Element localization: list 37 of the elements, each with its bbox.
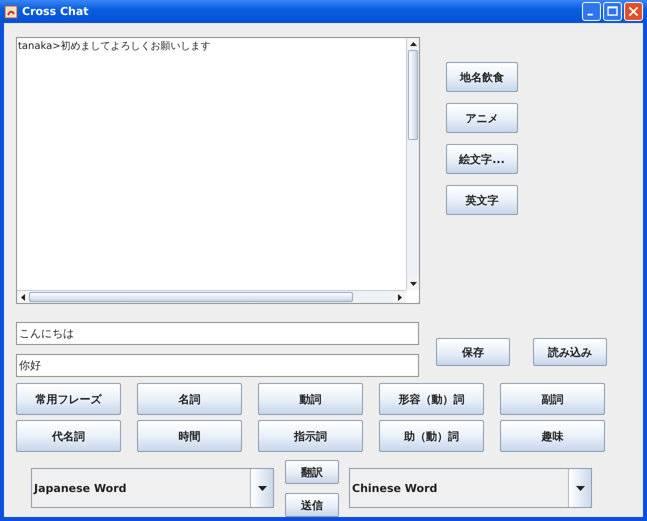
dropdown[interactable]: Chinese Word [349,468,592,508]
maximize-icon[interactable] [603,2,622,21]
minimize-icon[interactable] [582,2,601,21]
word-button[interactable]: 名詞 [137,383,242,415]
chat-log[interactable]: tanaka>初めましてよろしくお願いします [16,37,420,304]
word-button[interactable]: 副詞 [500,383,605,415]
file-button[interactable]: 保存 [436,338,510,366]
dropdown-arrow-icon [576,486,584,490]
scroll-up-icon[interactable] [410,42,416,46]
scroll-down-icon[interactable] [410,282,416,286]
category-button[interactable]: 英文字 [446,185,518,215]
dropdown-arrow-icon [258,486,266,490]
chat-message: tanaka>初めましてよろしくお願いします [18,40,212,53]
category-button[interactable]: 地名飲食 [446,62,518,92]
word-button[interactable]: 助（動）詞 [379,420,484,452]
file-button[interactable]: 読み込み [533,338,607,366]
scroll-left-icon[interactable] [21,294,25,300]
action-button[interactable]: 翻訳 [285,460,339,484]
close-icon[interactable] [624,2,643,21]
word-button[interactable]: 指示詞 [258,420,363,452]
word-button[interactable]: 時間 [137,420,242,452]
app-icon [4,4,18,18]
category-button[interactable]: アニメ [446,103,518,133]
word-button[interactable]: 動詞 [258,383,363,415]
action-button[interactable]: 送信 [285,493,339,517]
chinese-input[interactable]: 你好 [16,354,419,377]
word-button[interactable]: 常用フレーズ [16,383,121,415]
dropdown[interactable]: Japanese Word [31,468,274,508]
word-button[interactable]: 形容（動）詞 [379,383,484,415]
scroll-right-icon[interactable] [398,294,402,300]
window-title: Cross Chat [22,5,90,18]
japanese-input[interactable]: こんにちは [16,322,419,345]
category-button[interactable]: 絵文字... [446,144,518,174]
word-button[interactable]: 代名詞 [16,420,121,452]
horizontal-scrollbar[interactable] [17,290,406,303]
word-button[interactable]: 趣味 [500,420,605,452]
vertical-scrollbar[interactable] [406,38,419,290]
